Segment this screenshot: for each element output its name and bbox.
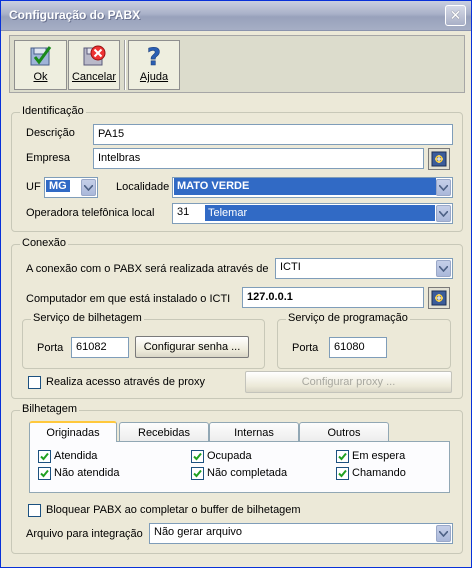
ok-icon [30, 46, 51, 66]
ocupada-checkbox[interactable] [191, 450, 204, 463]
svg-text:?: ? [147, 44, 161, 70]
conexao-via-label: A conexão com o PABX será realizada atra… [26, 263, 269, 275]
em-espera-checkbox[interactable] [336, 450, 349, 463]
identificacao-group: Identificação Descrição PA15 Empresa Int… [11, 105, 463, 232]
conexao-group: Conexão A conexão com o PABX será realiz… [11, 237, 463, 399]
tab-recebidas[interactable]: Recebidas [119, 422, 209, 442]
chevron-down-icon [436, 179, 451, 196]
operadora-label: Operadora telefônica local [26, 207, 155, 219]
check-icon [40, 469, 49, 478]
bloquear-label: Bloquear PABX ao completar o buffer de b… [46, 504, 301, 516]
operadora-select[interactable]: 31 Telemar [172, 203, 453, 224]
proxy-checkbox[interactable] [28, 376, 41, 389]
bloquear-checkbox[interactable] [28, 504, 41, 517]
check-icon [193, 469, 202, 478]
uf-label: UF [26, 181, 41, 193]
check-icon [40, 452, 49, 461]
atendida-label: Atendida [54, 450, 98, 462]
configurar-proxy-button[interactable]: Configurar proxy ... [245, 371, 452, 393]
cancel-button[interactable]: Cancelar [68, 40, 120, 90]
close-icon: ✕ [449, 7, 462, 23]
programacao-service-legend: Serviço de programação [286, 312, 410, 324]
conexao-via-value: ICTI [280, 261, 301, 273]
chevron-down-icon [436, 205, 451, 222]
tab-internas[interactable]: Internas [209, 422, 299, 442]
pabx-config-dialog: Configuração do PABX ✕ Ok Cancelar ? Aju… [0, 0, 472, 568]
chevron-down-icon [436, 525, 451, 542]
localidade-value: MATO VERDE [174, 178, 436, 195]
computador-label: Computador em que está instalado o ICTI [26, 293, 231, 305]
nao-completada-label: Não completada [207, 467, 288, 479]
title-bar[interactable]: Configuração do PABX ✕ [1, 1, 471, 31]
tab-originadas[interactable]: Originadas [29, 421, 117, 442]
programacao-service-group: Serviço de programação Porta 61080 [277, 312, 451, 369]
empresa-label: Empresa [26, 152, 71, 164]
empresa-lookup-button[interactable] [428, 148, 450, 170]
help-icon: ? [147, 44, 162, 70]
nao-atendida-label: Não atendida [54, 467, 120, 479]
nao-completada-checkbox[interactable] [191, 467, 204, 480]
em-espera-label: Em espera [352, 450, 406, 462]
bilhetagem-service-legend: Serviço de bilhetagem [31, 312, 144, 324]
cancel-label: Cancelar [71, 71, 117, 83]
close-button[interactable]: ✕ [445, 5, 466, 26]
ocupada-label: Ocupada [207, 450, 252, 462]
arquivo-value: Não gerar arquivo [154, 526, 243, 538]
check-icon [338, 469, 347, 478]
bilhetagem-group: Bilhetagem Originadas Recebidas Internas… [11, 403, 463, 554]
programacao-porta-label: Porta [292, 342, 319, 354]
toolbar: Ok Cancelar ? Ajuda [9, 35, 465, 93]
bilhetagem-legend: Bilhetagem [20, 403, 80, 415]
programacao-porta-field[interactable]: 61080 [329, 337, 387, 358]
check-icon [338, 452, 347, 461]
window-title: Configuração do PABX [9, 8, 141, 22]
nao-atendida-checkbox[interactable] [38, 467, 51, 480]
descricao-field[interactable]: PA15 [93, 124, 453, 145]
chevron-down-icon [436, 260, 451, 277]
atendida-checkbox[interactable] [38, 450, 51, 463]
computador-browse-button[interactable] [428, 287, 450, 309]
lookup-icon [431, 151, 447, 167]
arquivo-label: Arquivo para integração [26, 528, 143, 540]
originadas-panel: Atendida Não atendida Ocupada Não comple… [29, 441, 450, 493]
help-label: Ajuda [139, 71, 169, 83]
lookup-icon [431, 290, 447, 306]
localidade-select[interactable]: MATO VERDE [172, 177, 453, 198]
conexao-legend: Conexão [20, 237, 69, 249]
toolbar-separator [124, 40, 126, 90]
bilhetagem-porta-label: Porta [37, 342, 64, 354]
cancel-icon [83, 45, 106, 66]
descricao-label: Descrição [26, 127, 75, 139]
chamando-label: Chamando [352, 467, 406, 479]
bilhetagem-service-group: Serviço de bilhetagem Porta 61082 Config… [22, 312, 265, 369]
empresa-field[interactable]: Intelbras [93, 148, 424, 169]
conexao-via-select[interactable]: ICTI [275, 258, 453, 279]
bilhetagem-porta-field[interactable]: 61082 [71, 337, 129, 358]
computador-field[interactable]: 127.0.0.1 [242, 287, 424, 308]
chevron-down-icon [81, 179, 96, 196]
localidade-label: Localidade [116, 181, 170, 193]
operadora-code: 31 [177, 206, 190, 218]
identificacao-legend: Identificação [20, 105, 86, 117]
arquivo-select[interactable]: Não gerar arquivo [149, 523, 453, 544]
configurar-senha-button[interactable]: Configurar senha ... [135, 336, 249, 358]
help-button[interactable]: ? Ajuda [128, 40, 180, 90]
check-icon [193, 452, 202, 461]
operadora-name: Telemar [205, 205, 435, 221]
chamando-checkbox[interactable] [336, 467, 349, 480]
tab-outros[interactable]: Outros [299, 422, 389, 442]
uf-value: MG [46, 180, 70, 192]
ok-button[interactable]: Ok [14, 40, 67, 90]
uf-select[interactable]: MG [44, 177, 98, 198]
ok-label: Ok [33, 71, 48, 83]
proxy-checkbox-label: Realiza acesso através de proxy [46, 376, 205, 388]
